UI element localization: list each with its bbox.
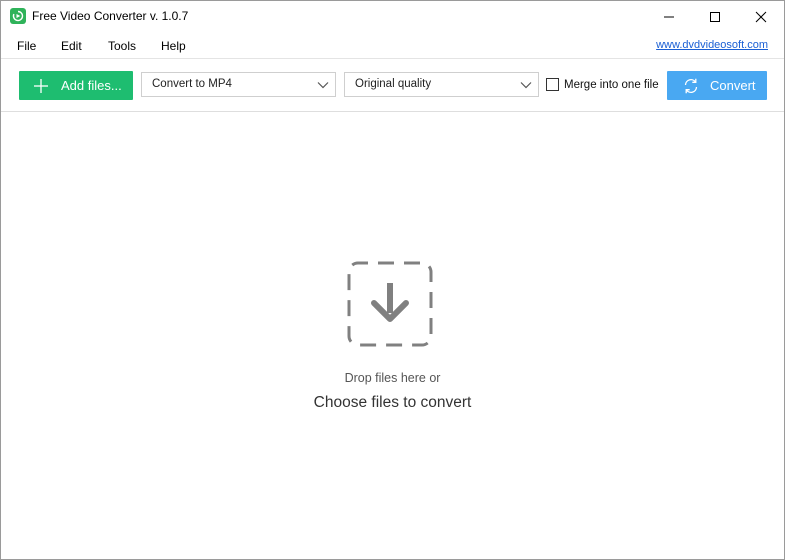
- quality-select[interactable]: Original quality: [344, 72, 539, 97]
- app-window: Free Video Converter v. 1.0.7 File Edit …: [0, 0, 785, 560]
- app-logo-icon: [10, 8, 26, 24]
- maximize-icon: [710, 12, 720, 22]
- download-arrow-icon: [347, 261, 433, 347]
- toolbar: Add files... Convert to MP4 Original qua…: [1, 59, 784, 111]
- choose-files-link[interactable]: Choose files to convert: [1, 394, 784, 412]
- menu-bar: File Edit Tools Help www.dvdvideosoft.co…: [1, 32, 784, 58]
- minimize-button[interactable]: [646, 1, 692, 32]
- quality-select-value: Original quality: [355, 78, 432, 90]
- add-files-button[interactable]: Add files...: [19, 71, 133, 100]
- plus-icon: [34, 79, 48, 93]
- drop-hint: Drop files here or: [344, 371, 441, 385]
- convert-label: Convert: [710, 78, 756, 93]
- menu-file[interactable]: File: [17, 39, 36, 53]
- menu-edit[interactable]: Edit: [61, 39, 82, 53]
- add-files-label: Add files...: [61, 78, 122, 93]
- close-icon: [755, 11, 767, 23]
- drop-zone[interactable]: Drop files here or Choose files to conve…: [1, 112, 784, 559]
- convert-button[interactable]: Convert: [667, 71, 767, 100]
- format-select[interactable]: Convert to MP4: [141, 72, 336, 97]
- merge-checkbox-label: Merge into one file: [564, 79, 659, 91]
- format-select-value: Convert to MP4: [152, 78, 232, 90]
- close-button[interactable]: [738, 1, 784, 32]
- refresh-icon: [684, 78, 698, 94]
- minimize-icon: [664, 16, 674, 18]
- chevron-down-icon: [317, 82, 329, 89]
- chevron-down-icon: [520, 82, 532, 89]
- title-bar[interactable]: Free Video Converter v. 1.0.7: [1, 1, 784, 32]
- website-link[interactable]: www.dvdvideosoft.com: [656, 39, 768, 51]
- window-title: Free Video Converter v. 1.0.7: [32, 9, 189, 23]
- menu-help[interactable]: Help: [161, 39, 186, 53]
- maximize-button[interactable]: [692, 1, 738, 32]
- menu-tools[interactable]: Tools: [108, 39, 136, 53]
- merge-checkbox[interactable]: [546, 78, 559, 91]
